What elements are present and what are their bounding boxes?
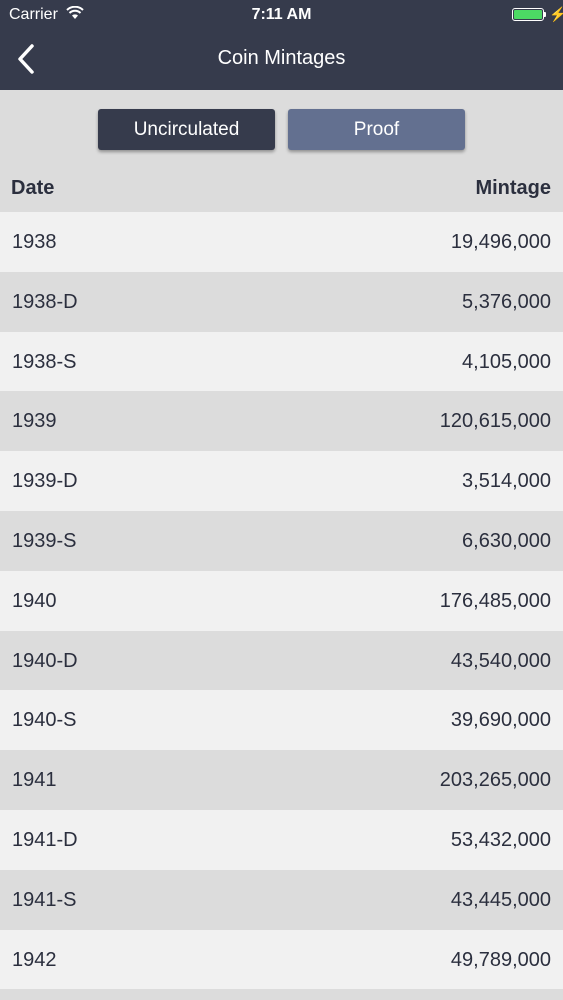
navigation-bar: Coin Mintages <box>0 30 563 90</box>
mintage-cell: 19,496,000 <box>450 231 551 253</box>
mintage-cell: 3,514,000 <box>462 470 551 493</box>
table-row[interactable]: 1941-D 53,432,000 <box>0 809 563 870</box>
mintage-cell: 203,265,000 <box>439 769 551 792</box>
date-cell: 1942 <box>12 948 57 971</box>
charging-icon: ⚡ <box>549 6 563 22</box>
table-row[interactable]: 1938-S 4,105,000 <box>0 331 563 392</box>
uncirculated-segment-button[interactable]: Uncirculated <box>98 109 275 150</box>
table-row[interactable]: 1939 120,615,000 <box>0 391 563 452</box>
date-cell: 1940 <box>12 589 57 612</box>
date-cell: 1940-S <box>12 709 77 732</box>
mintage-cell: 5,376,000 <box>462 290 551 313</box>
mintage-cell: 43,445,000 <box>450 888 551 911</box>
mintage-cell: 120,615,000 <box>439 410 551 433</box>
status-bar: Carrier 7:11 AM ⚡ <box>0 0 563 30</box>
date-cell: 1938-D <box>12 290 78 313</box>
table-header: Date Mintage <box>0 160 563 212</box>
battery-icon <box>512 8 544 21</box>
date-cell: 1941 <box>12 769 57 792</box>
page-title: Coin Mintages <box>217 47 346 69</box>
table-row[interactable]: 1938-D 5,376,000 <box>0 271 563 332</box>
date-cell: 1939-D <box>12 470 78 493</box>
table-row[interactable]: 1940-D 43,540,000 <box>0 630 563 691</box>
date-cell: 1938 <box>12 231 57 253</box>
mintage-cell: 49,789,000 <box>450 948 551 971</box>
mintage-cell: 4,105,000 <box>462 350 551 373</box>
date-cell: 1939 <box>12 410 57 433</box>
table-row[interactable]: 1942 49,789,000 <box>0 929 563 990</box>
mintage-cell: 176,485,000 <box>439 589 551 612</box>
table-row[interactable]: 1941 203,265,000 <box>0 750 563 810</box>
date-column-header: Date <box>11 177 55 199</box>
mintage-column-header: Mintage <box>475 177 551 199</box>
segmented-control: Uncirculated Proof <box>0 90 563 160</box>
mintage-table: 1938 19,496,000 1938-D 5,376,000 1938-S 4,1… <box>0 212 563 990</box>
table-row[interactable]: 1941-S 43,445,000 <box>0 869 563 930</box>
date-cell: 1939-S <box>12 529 77 552</box>
mintage-cell: 6,630,000 <box>462 529 551 552</box>
proof-segment-button[interactable]: Proof <box>288 109 465 150</box>
mintage-cell: 53,432,000 <box>450 828 551 851</box>
date-cell: 1940-D <box>12 649 78 672</box>
table-row[interactable]: 1938 19,496,000 <box>0 212 563 272</box>
table-row[interactable]: 1939-S 6,630,000 <box>0 510 563 571</box>
date-cell: 1941-S <box>12 888 77 911</box>
mintage-cell: 39,690,000 <box>450 709 551 732</box>
status-time: 7:11 AM <box>251 6 312 23</box>
mintage-cell: 43,540,000 <box>450 649 551 672</box>
date-cell: 1938-S <box>12 350 77 373</box>
battery-cap <box>544 12 546 17</box>
date-cell: 1941-D <box>12 828 78 851</box>
table-row[interactable]: 1940-S 39,690,000 <box>0 690 563 751</box>
table-row[interactable]: 1940 176,485,000 <box>0 570 563 631</box>
table-row[interactable]: 1939-D 3,514,000 <box>0 451 563 511</box>
